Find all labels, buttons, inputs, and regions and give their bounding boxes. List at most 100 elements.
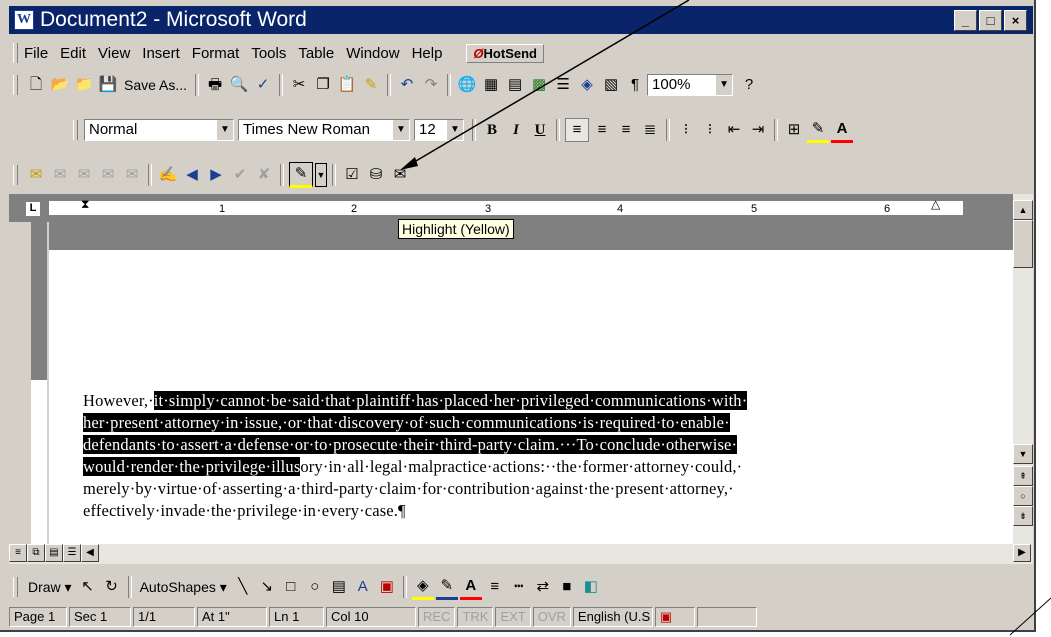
line-style-icon[interactable]: ≡ <box>484 576 506 598</box>
track-changes-icon[interactable]: ✍ <box>157 164 179 186</box>
next-page-icon[interactable]: ⇟ <box>1013 506 1033 526</box>
font-size-select[interactable]: 12 ▼ <box>414 119 464 141</box>
menu-window[interactable]: Window <box>346 45 399 62</box>
toolbar-grip[interactable] <box>73 120 78 140</box>
close-button[interactable]: × <box>1004 9 1027 31</box>
line-icon[interactable]: ╲ <box>232 576 254 598</box>
create-task-icon[interactable]: ☑ <box>341 164 363 186</box>
justify-icon[interactable]: ≣ <box>639 119 661 141</box>
scroll-left-icon[interactable]: ◀ <box>81 544 99 562</box>
drawing-icon[interactable]: ◈ <box>576 74 598 96</box>
toolbar-grip[interactable] <box>13 75 18 95</box>
dash-style-icon[interactable]: ┅ <box>508 576 530 598</box>
fill-color-icon[interactable]: ◈ <box>411 575 434 600</box>
chevron-down-icon[interactable]: ▼ <box>447 120 463 140</box>
menu-tools[interactable]: Tools <box>251 45 286 62</box>
undo-icon[interactable]: ↶ <box>396 74 418 96</box>
minimize-button[interactable]: _ <box>954 9 977 31</box>
maximize-button[interactable]: □ <box>979 9 1002 31</box>
clip-art-icon[interactable]: ▣ <box>376 576 398 598</box>
align-right-icon[interactable]: ≡ <box>615 119 637 141</box>
shadow-icon[interactable]: ■ <box>556 576 578 598</box>
align-center-icon[interactable]: ≡ <box>591 119 613 141</box>
print-preview-icon[interactable]: 🔍 <box>228 74 250 96</box>
bold-button[interactable]: B <box>481 119 503 141</box>
columns-icon[interactable]: ☰ <box>552 74 574 96</box>
status-trk[interactable]: TRK <box>457 607 494 627</box>
vertical-scrollbar[interactable]: ▲ ▼ ⇞ ○ ⇟ <box>1013 194 1033 544</box>
insert-table-icon[interactable]: ▤ <box>504 74 526 96</box>
print-icon[interactable]: 🖶 <box>204 74 226 96</box>
status-ovr[interactable]: OVR <box>532 607 571 627</box>
chevron-down-icon[interactable]: ▼ <box>315 163 327 187</box>
word-app-icon[interactable]: W <box>14 10 34 30</box>
numbering-icon[interactable]: ⁝ <box>675 119 697 141</box>
document-paragraph[interactable]: However,·it·simply·cannot·be·said·that·p… <box>83 390 983 522</box>
save-as-button[interactable]: Save As... <box>124 77 187 93</box>
menu-file[interactable]: File <box>24 45 48 62</box>
status-ext[interactable]: EXT <box>495 607 531 627</box>
scroll-thumb[interactable] <box>1013 220 1033 268</box>
draw-menu[interactable]: Draw ▾ <box>28 579 72 596</box>
edit-comment-icon[interactable]: ✉ <box>49 164 71 186</box>
underline-button[interactable]: U <box>529 119 551 141</box>
style-select[interactable]: Normal ▼ <box>84 119 234 141</box>
spelling-status-icon[interactable]: ▣ <box>654 607 695 627</box>
bullets-icon[interactable]: ⁝ <box>699 119 721 141</box>
wordart-icon[interactable]: A <box>352 576 374 598</box>
document-map-icon[interactable]: ▧ <box>600 74 622 96</box>
cut-icon[interactable]: ✂ <box>288 74 310 96</box>
hotsend-button[interactable]: ØHotSend <box>466 43 544 63</box>
status-rec[interactable]: REC <box>418 607 456 627</box>
font-select[interactable]: Times New Roman ▼ <box>238 119 410 141</box>
next-comment-icon[interactable]: ✉ <box>97 164 119 186</box>
horizontal-scrollbar[interactable]: ≡ ⧉ ▤ ☰ ◀ ▶ <box>9 544 1033 564</box>
arrow-icon[interactable]: ↘ <box>256 576 278 598</box>
insert-comment-icon[interactable]: ✉ <box>25 164 47 186</box>
normal-view-icon[interactable]: ≡ <box>9 544 27 562</box>
arrow-style-icon[interactable]: ⇄ <box>532 576 554 598</box>
tables-borders-icon[interactable]: ▦ <box>480 74 502 96</box>
next-change-icon[interactable]: ▶ <box>205 164 227 186</box>
scroll-down-icon[interactable]: ▼ <box>1013 444 1033 464</box>
scroll-up-icon[interactable]: ▲ <box>1013 200 1033 220</box>
increase-indent-icon[interactable]: ⇥ <box>747 119 769 141</box>
chevron-down-icon[interactable]: ▼ <box>716 75 733 95</box>
rectangle-icon[interactable]: □ <box>280 576 302 598</box>
paste-icon[interactable]: 📋 <box>336 74 358 96</box>
indent-marker-icon[interactable]: ⧗ <box>81 197 89 212</box>
toolbar-grip[interactable] <box>13 43 18 63</box>
line-color-icon[interactable]: ✎ <box>435 575 458 600</box>
chevron-down-icon[interactable]: ▼ <box>393 120 409 140</box>
menu-table[interactable]: Table <box>298 45 334 62</box>
borders-icon[interactable]: ⊞ <box>783 119 805 141</box>
previous-change-icon[interactable]: ◀ <box>181 164 203 186</box>
italic-button[interactable]: I <box>505 119 527 141</box>
toolbar-grip[interactable] <box>13 165 18 185</box>
reject-change-icon[interactable]: ✘ <box>253 164 275 186</box>
send-mail-icon[interactable]: ✉ <box>389 164 411 186</box>
toolbar-grip[interactable] <box>13 577 18 597</box>
save-icon[interactable]: 💾 <box>97 74 119 96</box>
show-hide-icon[interactable]: ¶ <box>624 74 646 96</box>
decrease-indent-icon[interactable]: ⇤ <box>723 119 745 141</box>
spelling-icon[interactable]: ✓ <box>252 74 274 96</box>
zoom-select[interactable]: 100% ▼ <box>647 74 734 96</box>
redo-icon[interactable]: ↷ <box>420 74 442 96</box>
save-version-icon[interactable]: ⛁ <box>365 164 387 186</box>
new-document-icon[interactable]: 🗋 <box>25 74 47 96</box>
delete-comment-icon[interactable]: ✉ <box>121 164 143 186</box>
menu-edit[interactable]: Edit <box>60 45 86 62</box>
web-layout-view-icon[interactable]: ⧉ <box>27 544 45 562</box>
menu-insert[interactable]: Insert <box>142 45 180 62</box>
vertical-ruler[interactable] <box>9 222 49 544</box>
open-folder-icon[interactable]: 📂 <box>49 74 71 96</box>
select-browse-object-icon[interactable]: ○ <box>1013 486 1033 506</box>
insert-excel-icon[interactable]: ▩ <box>528 74 550 96</box>
open-icon[interactable]: 📁 <box>73 74 95 96</box>
horizontal-ruler[interactable]: L 1 2 3 4 5 6 ⧗ △ <box>9 194 1013 222</box>
accept-change-icon[interactable]: ✔ <box>229 164 251 186</box>
outline-view-icon[interactable]: ☰ <box>63 544 81 562</box>
menu-help[interactable]: Help <box>412 45 443 62</box>
3d-icon[interactable]: ◧ <box>580 576 602 598</box>
